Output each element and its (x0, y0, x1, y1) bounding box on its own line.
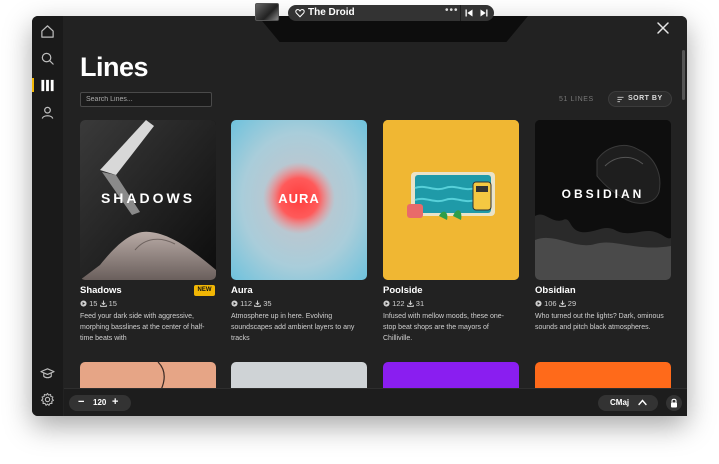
card-artwork-shadows[interactable]: SHADOWS (80, 120, 216, 280)
play-count: 15 (89, 299, 98, 308)
chevron-up-icon (638, 399, 647, 406)
user-icon[interactable] (40, 105, 55, 120)
card-description: Who turned out the lights? Dark, ominous… (535, 313, 664, 331)
gear-icon[interactable] (40, 392, 55, 407)
divider (460, 5, 461, 21)
poolside-artwork (383, 120, 519, 280)
sort-button[interactable]: SORT BY (608, 91, 672, 107)
card-title[interactable]: Shadows (80, 285, 122, 296)
play-count-icon (535, 300, 542, 307)
card-artwork-title: OBSIDIAN (561, 187, 645, 201)
new-badge: NEW (194, 285, 215, 296)
tempo-increase-button[interactable]: + (112, 396, 118, 408)
bottom-bar (64, 388, 687, 416)
card-stats: 15 15 (80, 299, 117, 308)
download-count: 15 (108, 299, 117, 308)
download-count-icon (99, 300, 107, 307)
card-description: Atmosphere up in here. Evolving soundsca… (231, 313, 355, 342)
card-title[interactable]: Aura (231, 285, 253, 296)
download-count-icon (406, 300, 414, 307)
search-input[interactable] (80, 92, 212, 107)
card-title[interactable]: Obsidian (535, 285, 576, 296)
card-description: Infused with mellow moods, these one-sto… (383, 313, 505, 342)
sidebar (32, 16, 63, 416)
now-playing-bar[interactable]: The Droid ••• (288, 5, 494, 21)
download-count: 29 (567, 299, 577, 308)
key-selector[interactable]: CMaj (598, 395, 658, 411)
active-indicator (32, 78, 34, 92)
card-description: Feed your dark side with aggressive, mor… (80, 313, 205, 342)
lock-button[interactable] (666, 395, 682, 411)
lock-icon (671, 398, 677, 408)
previous-icon[interactable] (465, 9, 473, 17)
play-count-icon (80, 300, 87, 307)
next-icon[interactable] (480, 9, 488, 17)
graduation-cap-icon[interactable] (40, 366, 55, 381)
card-artwork-poolside[interactable] (383, 120, 519, 280)
download-count-icon (558, 300, 566, 307)
results-count: 51 LINES (559, 96, 594, 103)
sort-icon (617, 96, 624, 103)
card-stats: 106 29 (535, 299, 576, 308)
now-playing-thumbnail[interactable] (255, 3, 279, 21)
play-count-icon (231, 300, 238, 307)
tempo-stepper[interactable]: − 120 + (69, 395, 131, 411)
play-count: 106 (544, 299, 557, 308)
sort-label: SORT BY (628, 95, 663, 102)
more-options-button[interactable]: ••• (445, 5, 459, 16)
play-count: 112 (240, 299, 253, 308)
home-icon[interactable] (40, 24, 55, 39)
card-artwork-obsidian[interactable]: OBSIDIAN (535, 120, 671, 280)
heart-icon[interactable] (295, 8, 305, 18)
search-icon[interactable] (40, 51, 55, 66)
close-icon[interactable] (656, 21, 670, 35)
download-count-icon (254, 300, 261, 307)
card-stats: 122 31 (383, 299, 424, 308)
play-count: 122 (392, 299, 405, 308)
tempo-value: 120 (93, 398, 107, 407)
library-icon[interactable] (40, 78, 55, 93)
download-count: 31 (415, 299, 425, 308)
track-title[interactable]: The Droid (308, 7, 355, 18)
card-artwork-title: SHADOWS (100, 190, 196, 206)
key-value: CMaj (610, 398, 630, 407)
download-count: 35 (263, 299, 272, 308)
card-artwork-aura[interactable]: AURA (231, 120, 367, 280)
tempo-decrease-button[interactable]: − (78, 396, 84, 408)
scrollbar[interactable] (682, 50, 685, 100)
card-artwork-title: AURA (278, 191, 320, 206)
play-count-icon (383, 300, 390, 307)
card-stats: 112 35 (231, 299, 272, 308)
page-title: Lines (80, 52, 149, 82)
card-title[interactable]: Poolside (383, 285, 423, 296)
